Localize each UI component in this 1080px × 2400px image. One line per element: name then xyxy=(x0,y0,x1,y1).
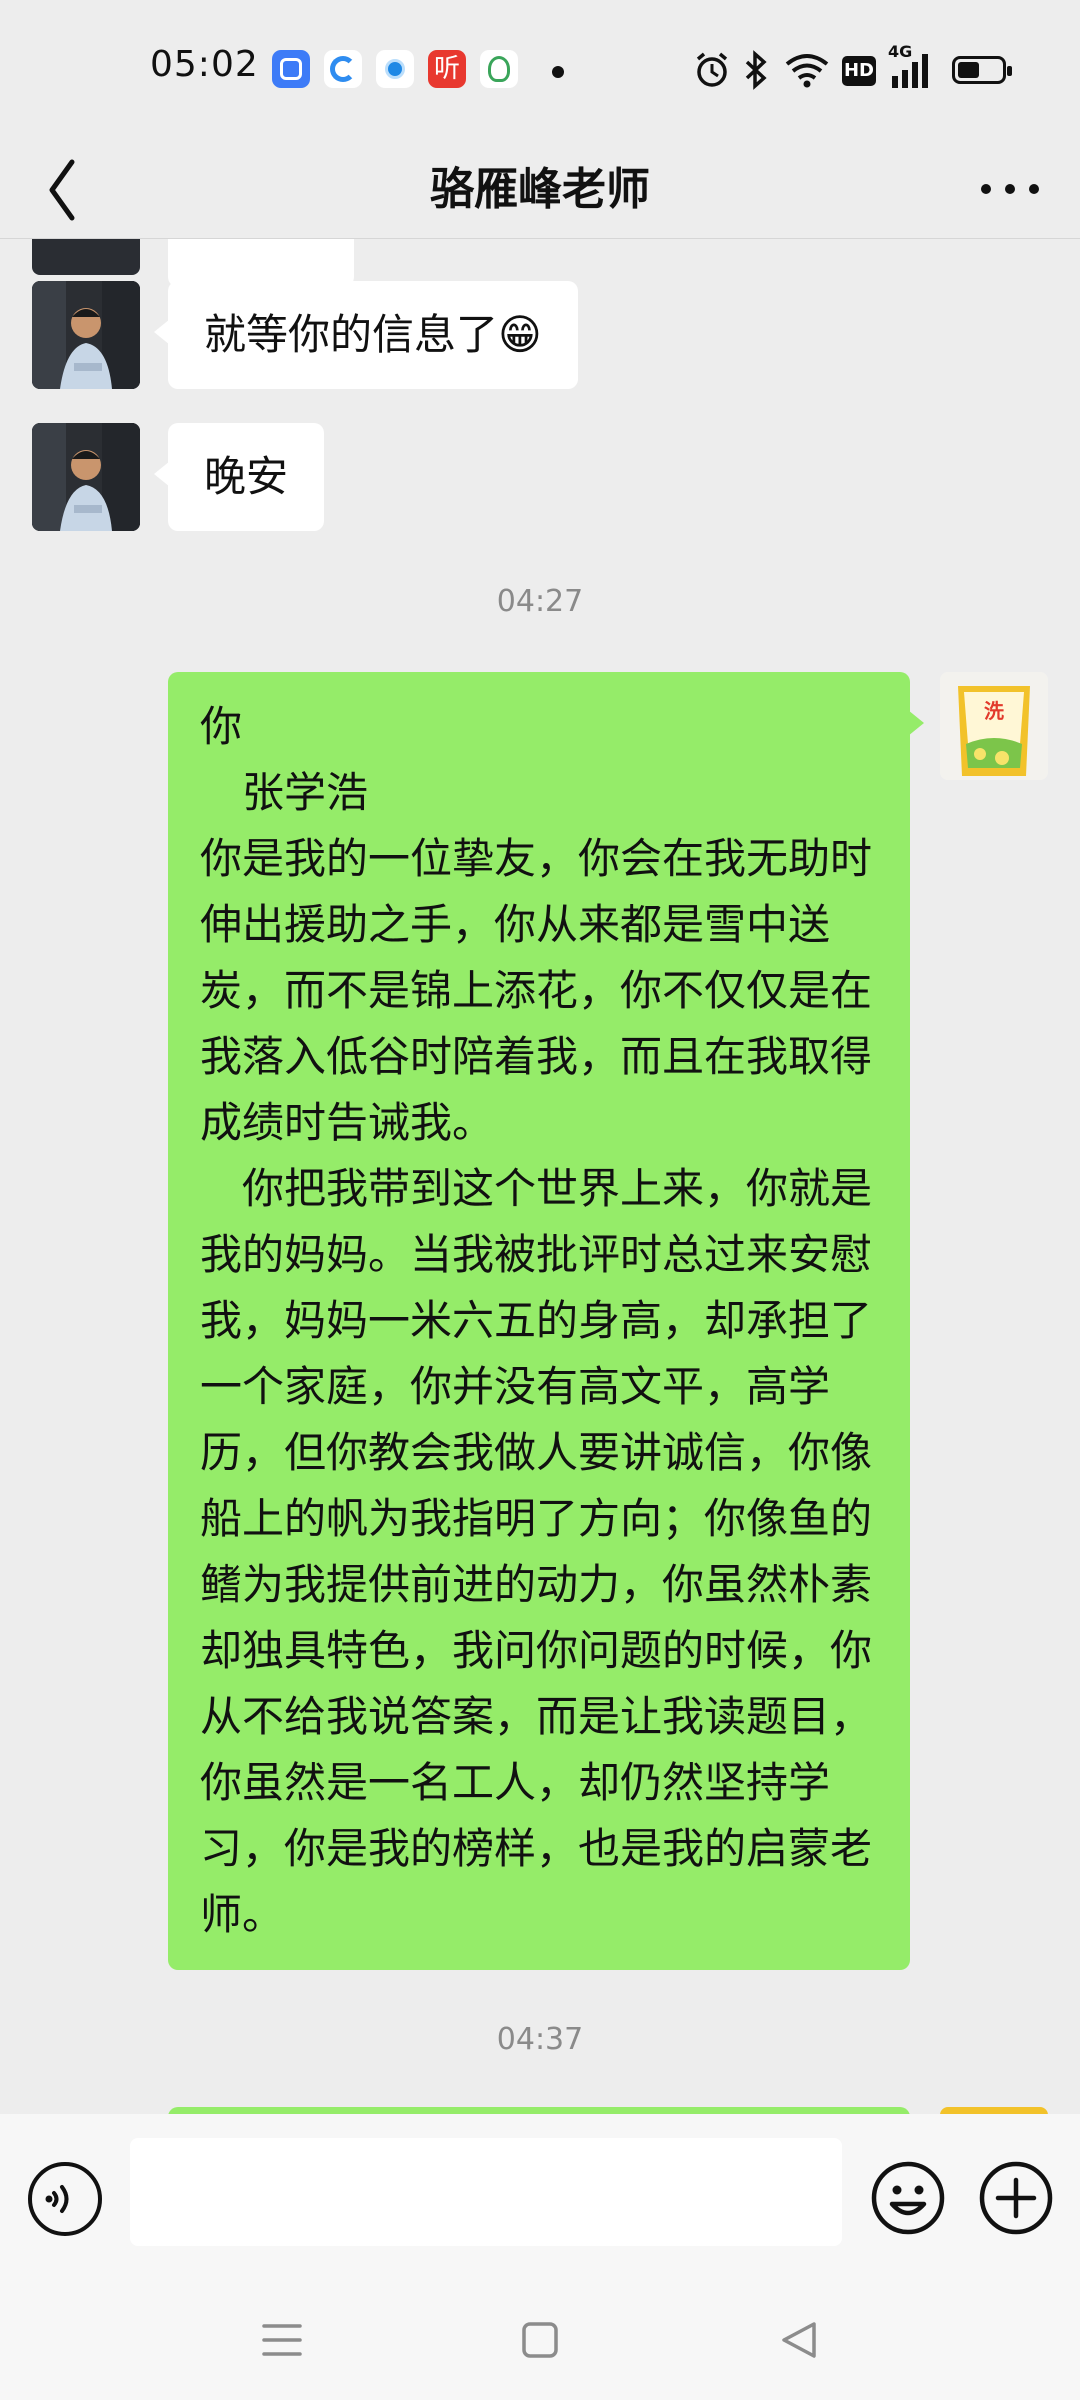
more-notifications-dot xyxy=(552,66,564,78)
emoji-icon[interactable] xyxy=(870,2160,946,2236)
signal-4g-icon: 4G xyxy=(888,42,940,90)
alarm-icon xyxy=(696,52,728,87)
chat-header: 骆雁峰老师 xyxy=(0,140,1080,240)
message-input[interactable] xyxy=(130,2138,842,2246)
status-time: 05:02 xyxy=(150,44,259,85)
app-icon-blue-square xyxy=(272,50,310,88)
svg-text:洗: 洗 xyxy=(984,699,1004,723)
message-paragraph: 你把我带到这个世界上来，你就是我的妈妈。当我被批评时总过来安慰我，妈妈一米六五的… xyxy=(200,1164,873,1939)
wifi-icon xyxy=(785,54,829,88)
battery-icon xyxy=(952,56,1012,84)
battery-fill xyxy=(958,62,979,78)
message-line: 你 xyxy=(200,702,243,751)
contact-avatar[interactable] xyxy=(32,239,140,275)
system-nav-bar xyxy=(0,2284,1080,2400)
app-icon-listen: 听 xyxy=(428,50,466,88)
input-bar xyxy=(0,2114,1080,2284)
message-timestamp: 04:37 xyxy=(496,2022,584,2057)
hd-label: HD xyxy=(843,60,874,81)
network-label: 4G xyxy=(888,42,913,61)
contact-avatar[interactable] xyxy=(32,281,140,389)
app-icon-green xyxy=(480,50,518,88)
more-dots-icon[interactable] xyxy=(970,154,1050,224)
back-triangle-icon[interactable] xyxy=(770,2310,830,2370)
message-bubble-incoming-partial[interactable] xyxy=(168,239,354,287)
teacher-photo xyxy=(32,281,140,389)
app-icon-blue-circle xyxy=(376,50,414,88)
message-bubble-incoming[interactable]: 就等你的信息了😁 xyxy=(154,281,578,389)
voice-input-icon[interactable] xyxy=(28,2162,102,2236)
contact-avatar[interactable] xyxy=(32,423,140,531)
message-paragraph: 你是我的一位挚友，你会在我无助时伸出援助之手，你从来都是雪中送炭，而不是锦上添花… xyxy=(200,834,873,1147)
menu-icon[interactable] xyxy=(252,2310,312,2370)
detergent-bag-avatar: 洗 xyxy=(940,672,1048,780)
my-avatar[interactable]: 洗 xyxy=(940,672,1048,780)
hd-icon: HD xyxy=(842,56,876,86)
message-line: 张学浩 xyxy=(200,768,369,817)
message-bubble-incoming[interactable]: 晚安 xyxy=(153,423,325,531)
listen-app-glyph: 听 xyxy=(433,54,460,84)
app-icon-browser xyxy=(324,50,362,88)
home-icon[interactable] xyxy=(510,2310,570,2370)
message-bubble-outgoing-partial[interactable] xyxy=(168,2107,910,2114)
my-avatar-partial[interactable] xyxy=(940,2107,1048,2114)
teacher-photo xyxy=(32,423,140,531)
message-list[interactable]: 就等你的信息了😁 晚安 04:27 洗 你 张学浩 你是我的一位挚友，你会在我无… xyxy=(0,239,1080,2114)
plus-circle-icon[interactable] xyxy=(978,2160,1054,2236)
status-bar: 05:02 听 HD 4G xyxy=(0,0,1080,140)
bluetooth-icon xyxy=(745,50,767,90)
message-bubble-outgoing[interactable]: 你 张学浩 你是我的一位挚友，你会在我无助时伸出援助之手，你从来都是雪中送炭，而… xyxy=(168,672,924,1970)
message-timestamp: 04:27 xyxy=(496,584,584,619)
chat-title: 骆雁峰老师 xyxy=(430,164,650,215)
